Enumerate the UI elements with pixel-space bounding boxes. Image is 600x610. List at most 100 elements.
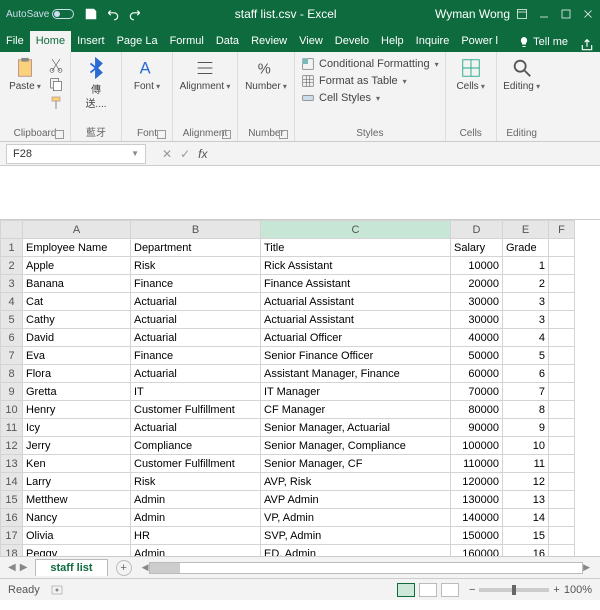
col-header-A[interactable]: A [23, 221, 131, 239]
cell[interactable] [549, 509, 575, 527]
col-header-E[interactable]: E [503, 221, 549, 239]
cell[interactable]: Olivia [23, 527, 131, 545]
cell[interactable]: 90000 [451, 419, 503, 437]
ribbon-tab-view[interactable]: View [293, 31, 329, 52]
cell[interactable]: Icy [23, 419, 131, 437]
editing-button[interactable]: Editing [503, 55, 541, 92]
col-header-B[interactable]: B [131, 221, 261, 239]
cell[interactable]: 80000 [451, 401, 503, 419]
row-header[interactable]: 14 [1, 473, 23, 491]
cell[interactable]: 60000 [451, 365, 503, 383]
cell[interactable] [549, 329, 575, 347]
ribbon-tab-home[interactable]: Home [30, 31, 71, 52]
cell[interactable]: Admin [131, 491, 261, 509]
cell[interactable]: Compliance [131, 437, 261, 455]
cell[interactable]: Rick Assistant [261, 257, 451, 275]
ribbon-tab-review[interactable]: Review [245, 31, 293, 52]
cell[interactable]: 30000 [451, 293, 503, 311]
cell[interactable] [549, 311, 575, 329]
col-header-F[interactable]: F [549, 221, 575, 239]
cell[interactable] [549, 527, 575, 545]
row-header[interactable]: 9 [1, 383, 23, 401]
cell[interactable]: Customer Fulfillment [131, 455, 261, 473]
cell-styles-button[interactable]: Cell Styles [301, 91, 439, 105]
cell[interactable]: 9 [503, 419, 549, 437]
cell[interactable]: 10 [503, 437, 549, 455]
page-layout-view-button[interactable] [419, 583, 437, 597]
cell[interactable]: 160000 [451, 545, 503, 557]
zoom-slider[interactable] [479, 588, 549, 592]
cell[interactable]: Salary [451, 239, 503, 257]
cell[interactable]: 20000 [451, 275, 503, 293]
ribbon-tab-pagela[interactable]: Page La [111, 31, 164, 52]
cell[interactable] [549, 545, 575, 557]
cell[interactable]: Senior Manager, Compliance [261, 437, 451, 455]
cell[interactable]: 140000 [451, 509, 503, 527]
cancel-formula-icon[interactable]: ✕ [162, 147, 172, 161]
ribbon-tab-develo[interactable]: Develo [329, 31, 375, 52]
ribbon-tab-powerl[interactable]: Power l [455, 31, 504, 52]
fx-icon[interactable]: fx [198, 147, 207, 161]
cell[interactable]: Henry [23, 401, 131, 419]
sheet-nav-next-icon[interactable]: ▶ [20, 562, 28, 573]
cell[interactable]: 3 [503, 311, 549, 329]
cell[interactable]: Grade [503, 239, 549, 257]
cell[interactable]: 16 [503, 545, 549, 557]
ribbon-tab-file[interactable]: File [0, 31, 30, 52]
paste-button[interactable]: Paste [6, 55, 44, 92]
cell[interactable]: 130000 [451, 491, 503, 509]
cell[interactable]: Flora [23, 365, 131, 383]
row-header[interactable]: 15 [1, 491, 23, 509]
zoom-in-button[interactable]: + [553, 584, 559, 596]
dialog-launcher-icon[interactable] [55, 130, 64, 139]
cell[interactable]: 2 [503, 275, 549, 293]
cell[interactable]: Admin [131, 509, 261, 527]
cell[interactable]: Senior Manager, Actuarial [261, 419, 451, 437]
cell[interactable]: IT Manager [261, 383, 451, 401]
cell[interactable]: 50000 [451, 347, 503, 365]
save-icon[interactable] [84, 7, 98, 21]
cell[interactable]: Apple [23, 257, 131, 275]
cell[interactable] [549, 257, 575, 275]
cell[interactable]: AVP Admin [261, 491, 451, 509]
cell[interactable]: IT [131, 383, 261, 401]
row-header[interactable]: 1 [1, 239, 23, 257]
cell[interactable]: 110000 [451, 455, 503, 473]
cell[interactable]: Actuarial [131, 293, 261, 311]
cell[interactable]: 70000 [451, 383, 503, 401]
cell[interactable]: AVP, Risk [261, 473, 451, 491]
cell[interactable]: Nancy [23, 509, 131, 527]
row-header[interactable]: 10 [1, 401, 23, 419]
cell[interactable] [549, 275, 575, 293]
cell[interactable]: Actuarial [131, 329, 261, 347]
cell[interactable] [549, 239, 575, 257]
cell[interactable]: 4 [503, 329, 549, 347]
cell[interactable]: 40000 [451, 329, 503, 347]
cell[interactable]: 120000 [451, 473, 503, 491]
cell[interactable]: 150000 [451, 527, 503, 545]
row-header[interactable]: 12 [1, 437, 23, 455]
cell[interactable]: Assistant Manager, Finance [261, 365, 451, 383]
cell[interactable]: Cathy [23, 311, 131, 329]
row-header[interactable]: 18 [1, 545, 23, 557]
cell[interactable] [549, 401, 575, 419]
cell[interactable]: 14 [503, 509, 549, 527]
cell[interactable]: Actuarial Assistant [261, 311, 451, 329]
redo-icon[interactable] [128, 7, 142, 21]
ribbon-tab-insert[interactable]: Insert [71, 31, 111, 52]
ribbon-tab-data[interactable]: Data [210, 31, 245, 52]
ribbon-tab-formul[interactable]: Formul [164, 31, 210, 52]
autosave-toggle[interactable]: AutoSave [6, 9, 74, 20]
user-name[interactable]: Wyman Wong [435, 7, 510, 21]
cell[interactable]: Actuarial [131, 365, 261, 383]
font-button[interactable]: A Font [128, 55, 166, 92]
cell[interactable]: 100000 [451, 437, 503, 455]
horizontal-scrollbar[interactable]: ◀ ▶ [142, 562, 590, 574]
sheet-nav-prev-icon[interactable]: ◀ [8, 562, 16, 573]
cell[interactable]: ED, Admin [261, 545, 451, 557]
cell[interactable]: Finance Assistant [261, 275, 451, 293]
cell[interactable]: Actuarial [131, 311, 261, 329]
macro-record-icon[interactable] [50, 584, 64, 596]
dialog-launcher-icon[interactable] [279, 130, 288, 139]
row-header[interactable]: 11 [1, 419, 23, 437]
